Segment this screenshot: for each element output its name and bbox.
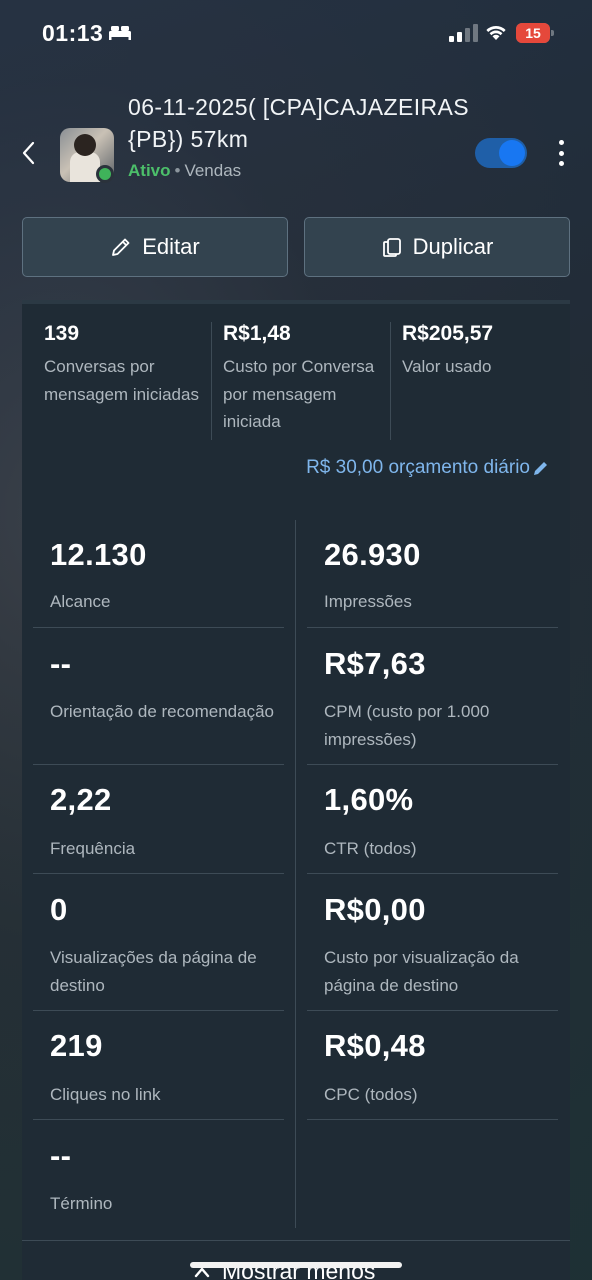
status-text: Ativo — [128, 161, 171, 180]
edit-label: Editar — [142, 234, 200, 259]
metric-value: 1,60% — [324, 782, 414, 817]
ad-title: 06-11-2025( [CPA]CAJAZEIRAS{PB}) 57km — [128, 94, 470, 152]
metric-value: 0 — [50, 892, 68, 927]
wifi-icon — [486, 25, 506, 40]
status-separator: • — [174, 161, 181, 180]
edit-button[interactable]: Editar — [22, 217, 288, 277]
metric-label: Orientação de recomendação — [50, 702, 274, 721]
summary-label: Custo por Conversa por mensagem iniciada — [223, 357, 375, 431]
card-divider — [22, 1240, 570, 1241]
summary-amount-spent: R$205,57 Valor usado — [402, 322, 562, 381]
summary-value: R$205,57 — [402, 322, 494, 345]
bed-icon — [109, 26, 131, 40]
metric-label: Cliques no link — [50, 1085, 161, 1104]
edit-pencil-icon — [534, 462, 547, 475]
pencil-icon — [112, 238, 130, 256]
active-status-dot — [96, 165, 114, 183]
summary-label: Conversas por mensagem iniciadas — [44, 357, 199, 404]
summary-label: Valor usado — [402, 357, 492, 376]
metric-label: Visualizações da página de destino — [50, 948, 257, 995]
metric-value: R$7,63 — [324, 646, 426, 681]
metric-value: R$0,48 — [324, 1028, 426, 1063]
clock: 01:13 — [42, 20, 104, 46]
metric-label: CPM (custo por 1.000 impressões) — [324, 702, 490, 749]
signal-icon — [449, 24, 478, 42]
metric-value: -- — [50, 1138, 72, 1173]
active-toggle[interactable] — [475, 138, 527, 168]
metric-value: 219 — [50, 1028, 103, 1063]
metric-value: 2,22 — [50, 782, 112, 817]
duplicate-label: Duplicar — [412, 234, 494, 259]
metric-label: Término — [50, 1194, 113, 1213]
metric-label: Impressões — [324, 592, 412, 611]
duplicate-button[interactable]: Duplicar — [304, 217, 570, 277]
battery-level: 15 — [525, 25, 541, 41]
summary-value: R$1,48 — [223, 322, 291, 345]
metric-label: CPC (todos) — [324, 1085, 418, 1104]
summary-value: 139 — [44, 322, 80, 345]
objective-text: Vendas — [184, 161, 242, 180]
home-indicator[interactable] — [190, 1262, 402, 1268]
duplicate-icon — [382, 238, 401, 257]
daily-budget-link[interactable]: R$ 30,00 orçamento diário — [306, 457, 550, 479]
status-bar: 01:13 15 — [0, 0, 592, 70]
metric-value: R$0,00 — [324, 892, 426, 927]
metrics-column-divider — [295, 520, 296, 1228]
metric-value: 26.930 — [324, 537, 421, 572]
more-options-icon[interactable] — [556, 140, 566, 166]
metric-label: Alcance — [50, 592, 111, 611]
insights-card: 139 Conversas por mensagem iniciadas R$1… — [22, 300, 570, 1280]
metric-label: Frequência — [50, 839, 136, 858]
daily-budget-text: R$ 30,00 orçamento diário — [306, 457, 530, 478]
summary-conversations: 139 Conversas por mensagem iniciadas — [44, 322, 204, 408]
summary-divider — [390, 322, 391, 440]
back-chevron-icon[interactable] — [18, 140, 40, 166]
summary-cost-per-conversation: R$1,48 Custo por Conversa por mensagem i… — [223, 322, 391, 436]
battery-icon: 15 — [516, 23, 554, 43]
metric-value: -- — [50, 646, 72, 681]
status-line: Ativo • Vendas — [128, 161, 241, 181]
summary-divider — [211, 322, 212, 440]
metric-label: CTR (todos) — [324, 839, 417, 858]
metric-value: 12.130 — [50, 537, 147, 572]
metric-label: Custo por visualização da página de dest… — [324, 948, 519, 995]
